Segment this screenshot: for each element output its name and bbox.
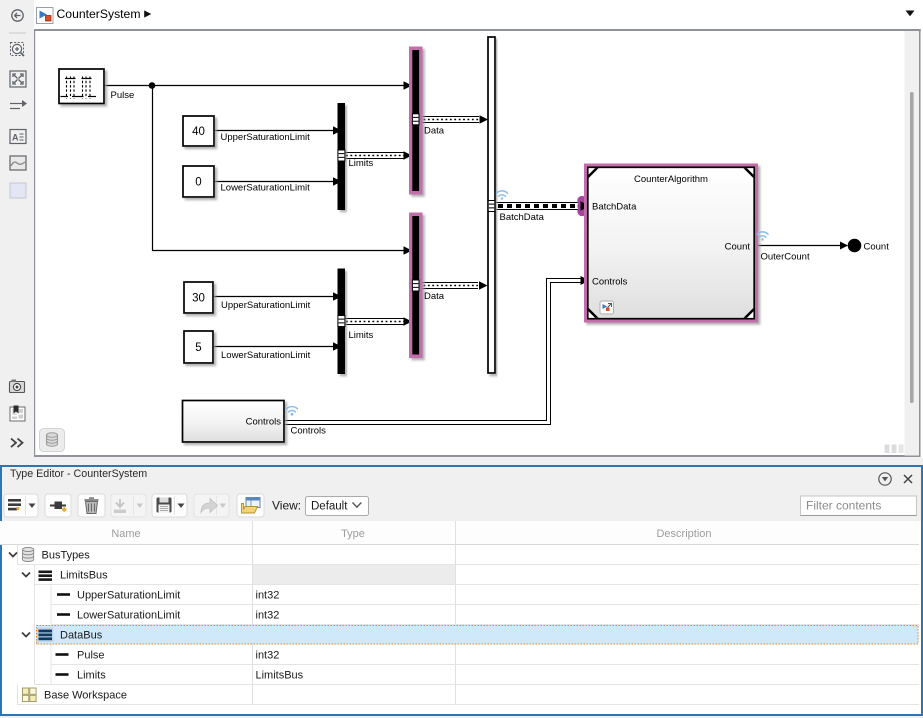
svg-text:5: 5 bbox=[195, 342, 201, 354]
svg-text:LowerSaturationLimit: LowerSaturationLimit bbox=[221, 350, 311, 361]
svg-text:Base Workspace: Base Workspace bbox=[44, 690, 127, 702]
svg-text:30: 30 bbox=[192, 293, 205, 305]
svg-text:UpperSaturationLimit: UpperSaturationLimit bbox=[77, 590, 180, 602]
svg-text:Data: Data bbox=[424, 291, 445, 302]
svg-text:DataBus: DataBus bbox=[60, 630, 103, 642]
svg-text:Controls: Controls bbox=[246, 416, 282, 427]
svg-text:CounterAlgorithm: CounterAlgorithm bbox=[634, 174, 708, 185]
svg-text:LimitsBus: LimitsBus bbox=[60, 570, 108, 582]
svg-text:Controls: Controls bbox=[291, 425, 327, 436]
svg-text:CounterSystem: CounterSystem bbox=[57, 7, 141, 21]
svg-text:Count: Count bbox=[725, 241, 751, 252]
svg-text:LowerSaturationLimit: LowerSaturationLimit bbox=[77, 610, 180, 622]
svg-text:UpperSaturationLimit: UpperSaturationLimit bbox=[221, 132, 311, 143]
svg-text:LimitsBus: LimitsBus bbox=[256, 670, 304, 682]
svg-text:View:: View: bbox=[272, 499, 301, 513]
svg-text:int32: int32 bbox=[256, 650, 280, 662]
svg-text:Default: Default bbox=[311, 501, 348, 513]
svg-text:Limits: Limits bbox=[349, 330, 374, 341]
svg-text:BusTypes: BusTypes bbox=[42, 550, 91, 562]
svg-text:Count: Count bbox=[864, 242, 890, 253]
svg-text:Description: Description bbox=[656, 528, 711, 540]
svg-text:Filter contents: Filter contents bbox=[806, 499, 881, 513]
svg-text:0: 0 bbox=[195, 177, 201, 189]
svg-text:Data: Data bbox=[424, 126, 445, 137]
svg-text:Type: Type bbox=[341, 528, 365, 540]
svg-text:Pulse: Pulse bbox=[111, 90, 135, 101]
svg-text:Limits: Limits bbox=[77, 670, 106, 682]
svg-text:int32: int32 bbox=[256, 610, 280, 622]
svg-text:BatchData: BatchData bbox=[592, 201, 637, 212]
svg-text:Controls: Controls bbox=[592, 276, 628, 287]
svg-text:A: A bbox=[12, 133, 19, 143]
svg-text:40: 40 bbox=[192, 126, 205, 138]
svg-text:LowerSaturationLimit: LowerSaturationLimit bbox=[221, 183, 311, 194]
svg-text:OuterCount: OuterCount bbox=[761, 252, 810, 263]
svg-text:Name: Name bbox=[111, 528, 140, 540]
svg-text:Limits: Limits bbox=[349, 158, 374, 169]
svg-text:BatchData: BatchData bbox=[500, 212, 545, 223]
svg-text:Pulse: Pulse bbox=[77, 650, 105, 662]
svg-text:UpperSaturationLimit: UpperSaturationLimit bbox=[221, 300, 311, 311]
svg-text:int32: int32 bbox=[256, 590, 280, 602]
